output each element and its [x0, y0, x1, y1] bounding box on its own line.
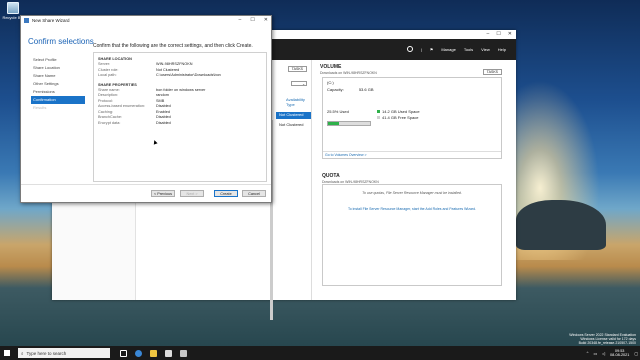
wizard-footer: < Previous Next > Create Cancel — [21, 184, 271, 202]
free-space: 41.4 GB Free Space — [382, 115, 419, 120]
used-percent-label: 25.5% Used — [327, 109, 349, 114]
shares-tasks-button[interactable]: TASKS — [287, 66, 307, 72]
wizard-heading: Confirm selections — [28, 37, 94, 46]
menu-view[interactable]: View — [481, 47, 490, 52]
watermark-line: Build 20348.fe_release.210507-1500 — [578, 341, 636, 345]
step-share-name[interactable]: Share Name — [31, 72, 85, 80]
task-view-icon[interactable] — [120, 349, 127, 357]
share-row[interactable]: Not Clustered — [279, 122, 303, 127]
summary-value: C:\users\Administrator\Downloads\bon — [156, 73, 221, 77]
volume-icon[interactable]: ◁ — [602, 351, 605, 356]
wizard-title: New Share Wizard — [32, 18, 70, 23]
close-icon[interactable]: ✕ — [264, 17, 268, 23]
step-other-settings[interactable]: Other Settings — [31, 80, 85, 88]
network-icon[interactable]: ▭ — [593, 351, 597, 356]
drive-label: (C:) — [327, 80, 334, 85]
separator: | — [420, 46, 422, 52]
step-permissions[interactable]: Permissions — [31, 88, 85, 96]
wizard-intro: Confirm that the following are the corre… — [93, 43, 253, 49]
summary-key: Local path: — [98, 73, 117, 77]
server-manager-icon[interactable] — [165, 349, 172, 357]
volume-tasks-button[interactable]: TASKS — [482, 69, 502, 75]
capacity-label: Capacity: — [327, 87, 344, 92]
summary-row: Encrypt data: Disabled — [98, 121, 262, 127]
close-icon[interactable]: ✕ — [508, 31, 512, 37]
edge-browser-icon[interactable] — [135, 349, 142, 357]
share-properties-header: SHARE PROPERTIES — [98, 82, 137, 87]
capacity-value: 53.6 GB — [358, 87, 374, 92]
search-icon: ⌕ — [21, 350, 24, 356]
quota-message: To use quotas, File Server Resource Mana… — [362, 191, 462, 195]
step-results: Results — [33, 105, 47, 110]
view-dropdown[interactable]: ⌄ — [291, 81, 307, 86]
column-availability-type[interactable]: Availability Type — [286, 97, 311, 107]
create-button[interactable]: Create — [214, 190, 238, 197]
step-confirmation[interactable]: Confirmation — [31, 96, 85, 104]
step-share-location[interactable]: Share Location — [31, 64, 85, 72]
next-button: Next > — [180, 190, 204, 197]
usage-bar — [327, 121, 371, 126]
menu-manage[interactable]: Manage — [441, 47, 455, 52]
notification-icon[interactable]: ▢ — [634, 351, 638, 356]
share-location-header: SHARE LOCATION — [98, 57, 132, 61]
free-space-row: 41.4 GB Free Space — [377, 115, 418, 120]
previous-button[interactable]: < Previous — [151, 190, 175, 197]
menu-tools[interactable]: Tools — [464, 47, 473, 52]
taskbar: ⌕ Type here to search ^ ▭ ◁ 09:53 08-08-… — [0, 346, 640, 360]
used-space: 14.2 GB Used Space — [382, 109, 420, 114]
summary-row: Local path: C:\users\Administrator\Downlo… — [98, 73, 262, 79]
maximize-icon[interactable]: ☐ — [250, 17, 254, 23]
rock-formation-right — [516, 200, 606, 250]
share-row-selected[interactable]: Not Clustered — [276, 112, 311, 119]
new-share-wizard-dialog: New Share Wizard – ☐ ✕ Confirm selection… — [20, 15, 272, 203]
step-select-profile[interactable]: Select Profile — [31, 56, 85, 64]
details-panel: VOLUME Downloads on WIN-98HRSZFNOKN TASK… — [312, 60, 516, 300]
flag-icon[interactable]: ⚑ — [430, 47, 434, 52]
cancel-button[interactable]: Cancel — [242, 190, 266, 197]
wizard-titlebar: New Share Wizard – ☐ ✕ — [21, 16, 271, 25]
start-button[interactable] — [0, 346, 14, 360]
volume-title: VOLUME — [320, 64, 342, 70]
clock-date: 08-08-2021 — [609, 353, 630, 357]
recycle-bin-icon — [7, 2, 19, 14]
maximize-icon[interactable]: ☐ — [496, 31, 500, 37]
minimize-icon[interactable]: – — [487, 31, 490, 37]
summary-key: Encrypt data: — [98, 120, 121, 125]
refresh-icon[interactable] — [406, 46, 413, 52]
volumes-overview-link[interactable]: Go to Volumes Overview > — [323, 151, 501, 158]
chevron-up-icon[interactable]: ^ — [587, 351, 589, 355]
capacity-row: Capacity: 53.6 GB — [327, 87, 374, 92]
search-placeholder: Type here to search — [26, 350, 67, 356]
windows-logo-icon — [4, 350, 10, 356]
install-fsrm-link[interactable]: To install File Server Resource Manager,… — [323, 207, 501, 211]
minimize-icon[interactable]: – — [239, 17, 242, 23]
used-space-row: 14.2 GB Used Space — [377, 109, 420, 114]
quota-box: To use quotas, File Server Resource Mana… — [322, 184, 502, 286]
system-tray: ^ ▭ ◁ 09:53 08-08-2021 ▢ — [587, 346, 638, 360]
menu-help[interactable]: Help — [498, 47, 506, 52]
volume-box: (C:) Capacity: 53.6 GB 25.5% Used 14.2 G… — [322, 77, 502, 159]
wizard-app-icon[interactable] — [180, 349, 187, 357]
wizard-steps: Select Profile Share Location Share Name… — [31, 56, 85, 112]
file-explorer-icon[interactable] — [150, 349, 157, 357]
clock[interactable]: 09:53 08-08-2021 — [610, 349, 629, 358]
used-legend-swatch — [377, 110, 380, 113]
usage-bar-fill — [328, 122, 339, 125]
taskbar-apps — [120, 349, 187, 357]
confirmation-summary: SHARE LOCATION Server: WIN-98HRSZFNOKN Cl… — [93, 52, 267, 182]
quota-title: QUOTA — [322, 173, 340, 179]
taskbar-search[interactable]: ⌕ Type here to search — [18, 348, 110, 358]
summary-value: Disabled — [156, 120, 171, 125]
server-manager-menu: | ⚑ Manage Tools View Help — [406, 46, 506, 52]
evaluation-watermark: Windows Server 2022 Standard Evaluation … — [569, 333, 636, 345]
volume-subtitle: Downloads on WIN-98HRSZFNOKN — [320, 71, 377, 75]
free-legend-swatch — [377, 116, 380, 119]
wizard-app-icon — [24, 18, 29, 23]
